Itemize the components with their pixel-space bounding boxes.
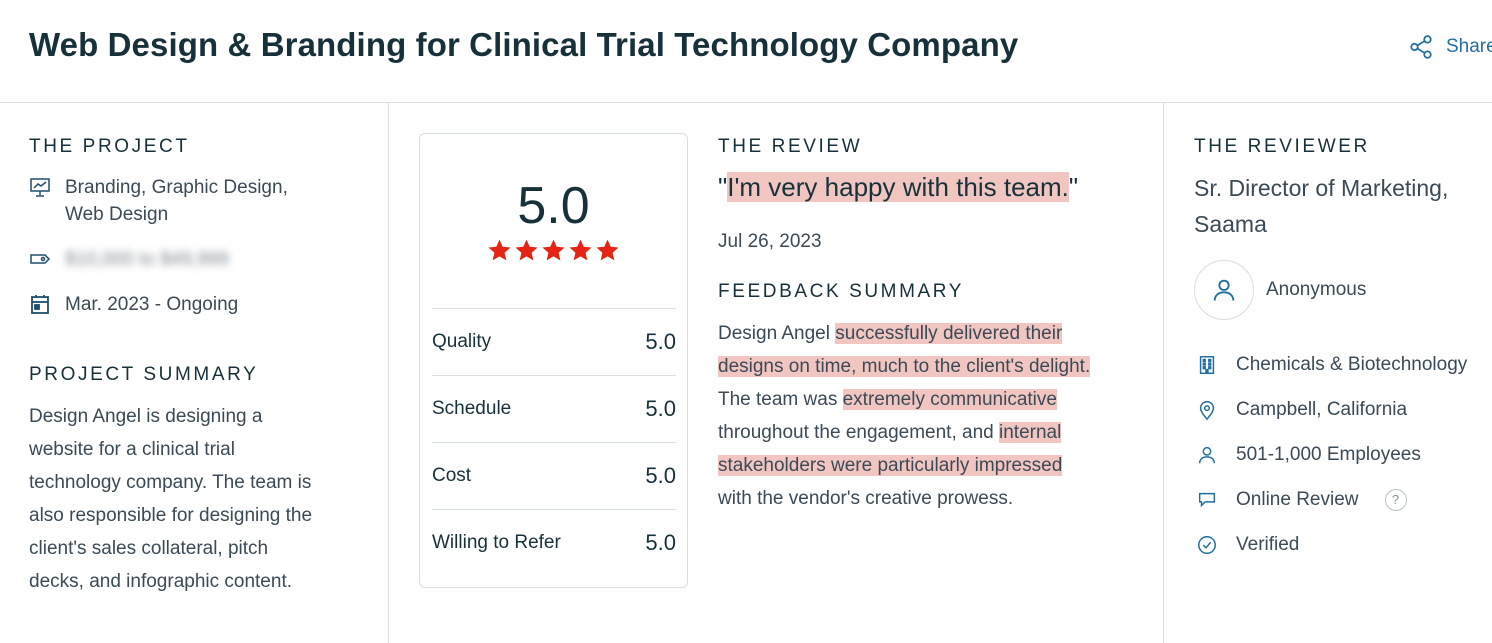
verification-value: Verified bbox=[1236, 533, 1300, 555]
review-date: Jul 26, 2023 bbox=[718, 231, 822, 252]
building-icon bbox=[1194, 352, 1220, 378]
verified-check-icon bbox=[1194, 532, 1220, 558]
reviewer-title-line: Saama bbox=[1194, 211, 1267, 237]
reviewer-identity: Anonymous bbox=[1194, 260, 1492, 320]
project-budget: $10,000 to $49,999 bbox=[29, 246, 369, 273]
feedback-highlight: internal bbox=[999, 422, 1062, 443]
rating-card: 5.0 Quality 5.0 Schedule 5.0 Cost 5.0 Wi… bbox=[419, 133, 688, 588]
feedback-text: with the vendor's creative prowess. bbox=[718, 488, 1014, 509]
price-tag-icon bbox=[29, 248, 51, 270]
feedback-text: throughout the engagement, and bbox=[718, 422, 1000, 443]
review-quote: "I'm very happy with this team." bbox=[718, 172, 1148, 203]
summary-line: also responsible for designing the bbox=[29, 505, 313, 526]
project-summary-label: PROJECT SUMMARY bbox=[29, 364, 259, 385]
review-type-value: Online Review bbox=[1236, 488, 1359, 510]
services-line: Branding, Graphic Design, bbox=[65, 177, 288, 198]
column-divider bbox=[1163, 103, 1164, 643]
location-pin-icon bbox=[1194, 397, 1220, 423]
reviewer-company-size: 501-1,000 Employees bbox=[1194, 432, 1492, 477]
project-section-label: THE PROJECT bbox=[29, 136, 190, 157]
reviewer-industry: Chemicals & Biotechnology bbox=[1194, 342, 1492, 387]
reviewer-review-type: Online Review ? bbox=[1194, 477, 1492, 522]
reviewer-details: Chemicals & Biotechnology Campbell, Cali… bbox=[1194, 342, 1492, 567]
industry-value: Chemicals & Biotechnology bbox=[1236, 353, 1468, 375]
avatar bbox=[1194, 260, 1254, 320]
presentation-chart-icon bbox=[29, 176, 51, 198]
rating-value: 5.0 bbox=[645, 329, 676, 354]
rating-label: Cost bbox=[432, 465, 472, 486]
page-header: Web Design & Branding for Clinical Trial… bbox=[0, 0, 1492, 103]
project-services: Branding, Graphic Design, Web Design bbox=[29, 174, 369, 228]
rating-row-willing-to-refer: Willing to Refer 5.0 bbox=[432, 509, 676, 576]
company-size-value: 501-1,000 Employees bbox=[1236, 443, 1421, 465]
summary-line: Design Angel is designing a bbox=[29, 406, 263, 427]
star-icon bbox=[488, 239, 511, 261]
reviewer-location: Campbell, California bbox=[1194, 387, 1492, 432]
share-label: Share bbox=[1446, 36, 1492, 57]
star-icon bbox=[596, 239, 619, 261]
quote-close: " bbox=[1068, 172, 1079, 202]
column-divider bbox=[388, 103, 389, 643]
star-rating bbox=[420, 238, 687, 263]
project-summary-text: Design Angel is designing a website for … bbox=[29, 400, 369, 598]
rating-breakdown: Quality 5.0 Schedule 5.0 Cost 5.0 Willin… bbox=[432, 308, 676, 576]
rating-value: 5.0 bbox=[645, 396, 676, 421]
reviewer-section: THE REVIEWER Sr. Director of Marketing, … bbox=[1194, 136, 1492, 567]
review-section: THE REVIEW "I'm very happy with this tea… bbox=[718, 136, 1148, 515]
feedback-summary-text: Design Angel successfully delivered thei… bbox=[718, 317, 1148, 515]
help-icon[interactable]: ? bbox=[1384, 488, 1407, 511]
share-button[interactable]: Share bbox=[1408, 34, 1492, 60]
rating-value: 5.0 bbox=[645, 463, 676, 488]
reviewer-section-label: THE REVIEWER bbox=[1194, 136, 1370, 157]
summary-line: website for a clinical trial bbox=[29, 439, 235, 460]
services-line: Web Design bbox=[65, 204, 169, 225]
reviewer-title: Sr. Director of Marketing, Saama bbox=[1194, 170, 1492, 242]
rating-label: Quality bbox=[432, 331, 492, 352]
rating-row-cost: Cost 5.0 bbox=[432, 442, 676, 509]
overall-score: 5.0 bbox=[517, 177, 590, 235]
speech-bubble-icon bbox=[1194, 487, 1220, 513]
feedback-highlight: stakeholders were particularly impressed bbox=[718, 455, 1063, 476]
project-timeline: Mar. 2023 - Ongoing bbox=[29, 291, 369, 318]
rating-row-quality: Quality 5.0 bbox=[432, 308, 676, 375]
page-title: Web Design & Branding for Clinical Trial… bbox=[29, 26, 1019, 63]
feedback-text: Design Angel bbox=[718, 323, 836, 344]
person-icon bbox=[1194, 442, 1220, 468]
reviewer-verification: Verified bbox=[1194, 522, 1492, 567]
summary-line: decks, and infographic content. bbox=[29, 571, 293, 592]
rating-label: Willing to Refer bbox=[432, 532, 561, 553]
feedback-highlight: designs on time, much to the client's de… bbox=[718, 356, 1091, 377]
reviewer-name: Anonymous bbox=[1266, 279, 1367, 300]
star-icon bbox=[515, 239, 538, 261]
calendar-icon bbox=[29, 293, 51, 315]
feedback-highlight: extremely communicative bbox=[842, 389, 1057, 410]
location-value: Campbell, California bbox=[1236, 398, 1408, 420]
reviewer-title-line: Sr. Director of Marketing, bbox=[1194, 175, 1449, 201]
project-section: THE PROJECT Branding, Graphic Design, We… bbox=[29, 136, 369, 598]
timeline-value: Mar. 2023 - Ongoing bbox=[65, 294, 239, 315]
rating-value: 5.0 bbox=[645, 530, 676, 555]
user-icon bbox=[1213, 279, 1235, 301]
rating-row-schedule: Schedule 5.0 bbox=[432, 375, 676, 442]
review-section-label: THE REVIEW bbox=[718, 136, 863, 157]
feedback-highlight: successfully delivered their bbox=[835, 323, 1063, 344]
share-icon bbox=[1410, 35, 1432, 59]
quote-open: " bbox=[718, 172, 728, 202]
star-icon bbox=[542, 239, 565, 261]
feedback-summary-label: FEEDBACK SUMMARY bbox=[718, 281, 965, 302]
summary-line: technology company. The team is bbox=[29, 472, 312, 493]
quote-text: I'm very happy with this team. bbox=[727, 172, 1069, 202]
rating-label: Schedule bbox=[432, 398, 512, 419]
feedback-text: The team was bbox=[718, 389, 843, 410]
star-icon bbox=[569, 239, 592, 261]
budget-value: $10,000 to $49,999 bbox=[65, 249, 229, 270]
summary-line: client's sales collateral, pitch bbox=[29, 538, 269, 559]
